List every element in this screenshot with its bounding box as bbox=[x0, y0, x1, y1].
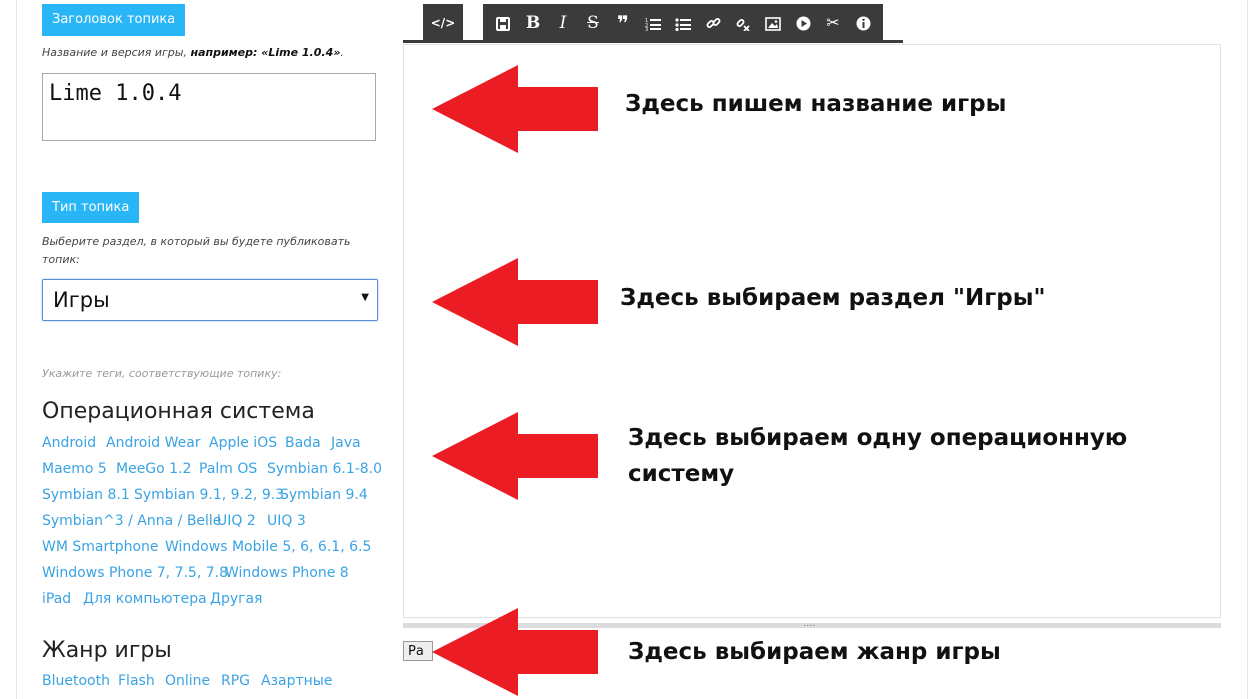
os-tag[interactable]: Windows Phone 8 bbox=[225, 565, 349, 581]
os-tag[interactable]: Bada bbox=[285, 435, 321, 451]
title-input-value: Lime 1.0.4 bbox=[49, 81, 182, 106]
video-icon[interactable] bbox=[788, 4, 818, 42]
os-tag[interactable]: Apple iOS bbox=[209, 435, 277, 451]
arrow-os-icon bbox=[432, 412, 598, 500]
os-tag[interactable]: Другая bbox=[210, 591, 262, 607]
arrow-title-icon bbox=[432, 65, 598, 153]
os-tag[interactable]: Maemo 5 bbox=[42, 461, 107, 477]
os-tag[interactable]: UIQ 3 bbox=[267, 513, 306, 529]
genre-annotation: Здесь выбираем жанр игры bbox=[628, 639, 1001, 665]
info-icon[interactable] bbox=[848, 4, 878, 42]
type-section-button[interactable]: Тип топика bbox=[42, 192, 140, 223]
title-annotation: Здесь пишем название игры bbox=[625, 91, 1007, 117]
submit-button[interactable]: Ра bbox=[403, 641, 433, 661]
os-tag[interactable]: Palm OS bbox=[199, 461, 257, 477]
os-tag[interactable]: Symbian 9.4 bbox=[280, 487, 368, 503]
os-tag[interactable]: MeeGo 1.2 bbox=[116, 461, 191, 477]
os-tag[interactable]: UIQ 2 bbox=[217, 513, 256, 529]
italic-icon[interactable]: I bbox=[548, 4, 578, 42]
os-tag[interactable]: Android bbox=[42, 435, 96, 451]
os-tag[interactable]: Java bbox=[331, 435, 361, 451]
genre-group-title: Жанр игры bbox=[42, 638, 172, 663]
genre-tag[interactable]: Азартные bbox=[261, 673, 332, 689]
title-hint: Название и версия игры, например: «Lime … bbox=[42, 46, 344, 59]
type-select-value: Игры bbox=[53, 288, 110, 312]
cut-icon[interactable]: ✂ bbox=[818, 4, 848, 42]
os-tag[interactable]: Symbian 6.1-8.0 bbox=[267, 461, 382, 477]
os-tag[interactable]: WM Smartphone bbox=[42, 539, 159, 555]
title-section-button[interactable]: Заголовок топика bbox=[42, 4, 186, 36]
os-tag[interactable]: Android Wear bbox=[106, 435, 201, 451]
link-icon[interactable] bbox=[698, 4, 728, 42]
os-tag[interactable]: Symbian^3 / Anna / Belle bbox=[42, 513, 221, 529]
arrow-type-icon bbox=[432, 258, 598, 346]
os-tag[interactable]: Symbian 8.1 bbox=[42, 487, 130, 503]
toolbar-underline bbox=[403, 40, 903, 43]
quote-icon[interactable]: ❞ bbox=[608, 4, 638, 42]
editor-toolbar: B I S ❞ 123 ✂ bbox=[483, 4, 883, 42]
chevron-down-icon: ▼ bbox=[361, 292, 369, 303]
image-icon[interactable] bbox=[758, 4, 788, 42]
genre-tag[interactable]: Online bbox=[165, 673, 210, 689]
arrow-genre-icon bbox=[432, 608, 598, 696]
strikethrough-icon[interactable]: S bbox=[578, 4, 608, 42]
type-hint: Выберите раздел, в который вы будете пуб… bbox=[42, 235, 351, 266]
genre-tag[interactable]: Flash bbox=[118, 673, 155, 689]
unordered-list-icon[interactable] bbox=[668, 4, 698, 42]
svg-text:3: 3 bbox=[645, 27, 648, 31]
genre-tag[interactable]: Bluetooth bbox=[42, 673, 110, 689]
os-tag[interactable]: Symbian 9.1, 9.2, 9.3 bbox=[134, 487, 284, 503]
os-group-title: Операционная система bbox=[42, 399, 315, 424]
os-annotation-line1: Здесь выбираем одну операционную bbox=[628, 425, 1128, 451]
os-tag[interactable]: Windows Mobile 5, 6, 6.1, 6.5 bbox=[165, 539, 371, 555]
left-border bbox=[16, 0, 17, 699]
source-code-button[interactable]: </> bbox=[423, 4, 463, 42]
os-annotation-line2: систему bbox=[628, 461, 735, 487]
resize-grip-icon: ···· bbox=[803, 621, 816, 632]
save-icon[interactable] bbox=[488, 4, 518, 42]
ordered-list-icon[interactable]: 123 bbox=[638, 4, 668, 42]
bold-icon[interactable]: B bbox=[518, 4, 548, 42]
type-annotation: Здесь выбираем раздел "Игры" bbox=[620, 285, 1046, 311]
title-input[interactable]: Lime 1.0.4 bbox=[42, 73, 376, 141]
tags-hint: Укажите теги, соответствующие топику: bbox=[42, 367, 282, 380]
os-tag[interactable]: iPad bbox=[42, 591, 71, 607]
type-select[interactable]: Игры ▼ bbox=[42, 279, 378, 321]
unlink-icon[interactable] bbox=[728, 4, 758, 42]
os-tag[interactable]: Windows Phone 7, 7.5, 7.8 bbox=[42, 565, 228, 581]
right-border bbox=[1247, 0, 1248, 699]
os-tag[interactable]: Для компьютера bbox=[83, 591, 207, 607]
genre-tag[interactable]: RPG bbox=[221, 673, 250, 689]
